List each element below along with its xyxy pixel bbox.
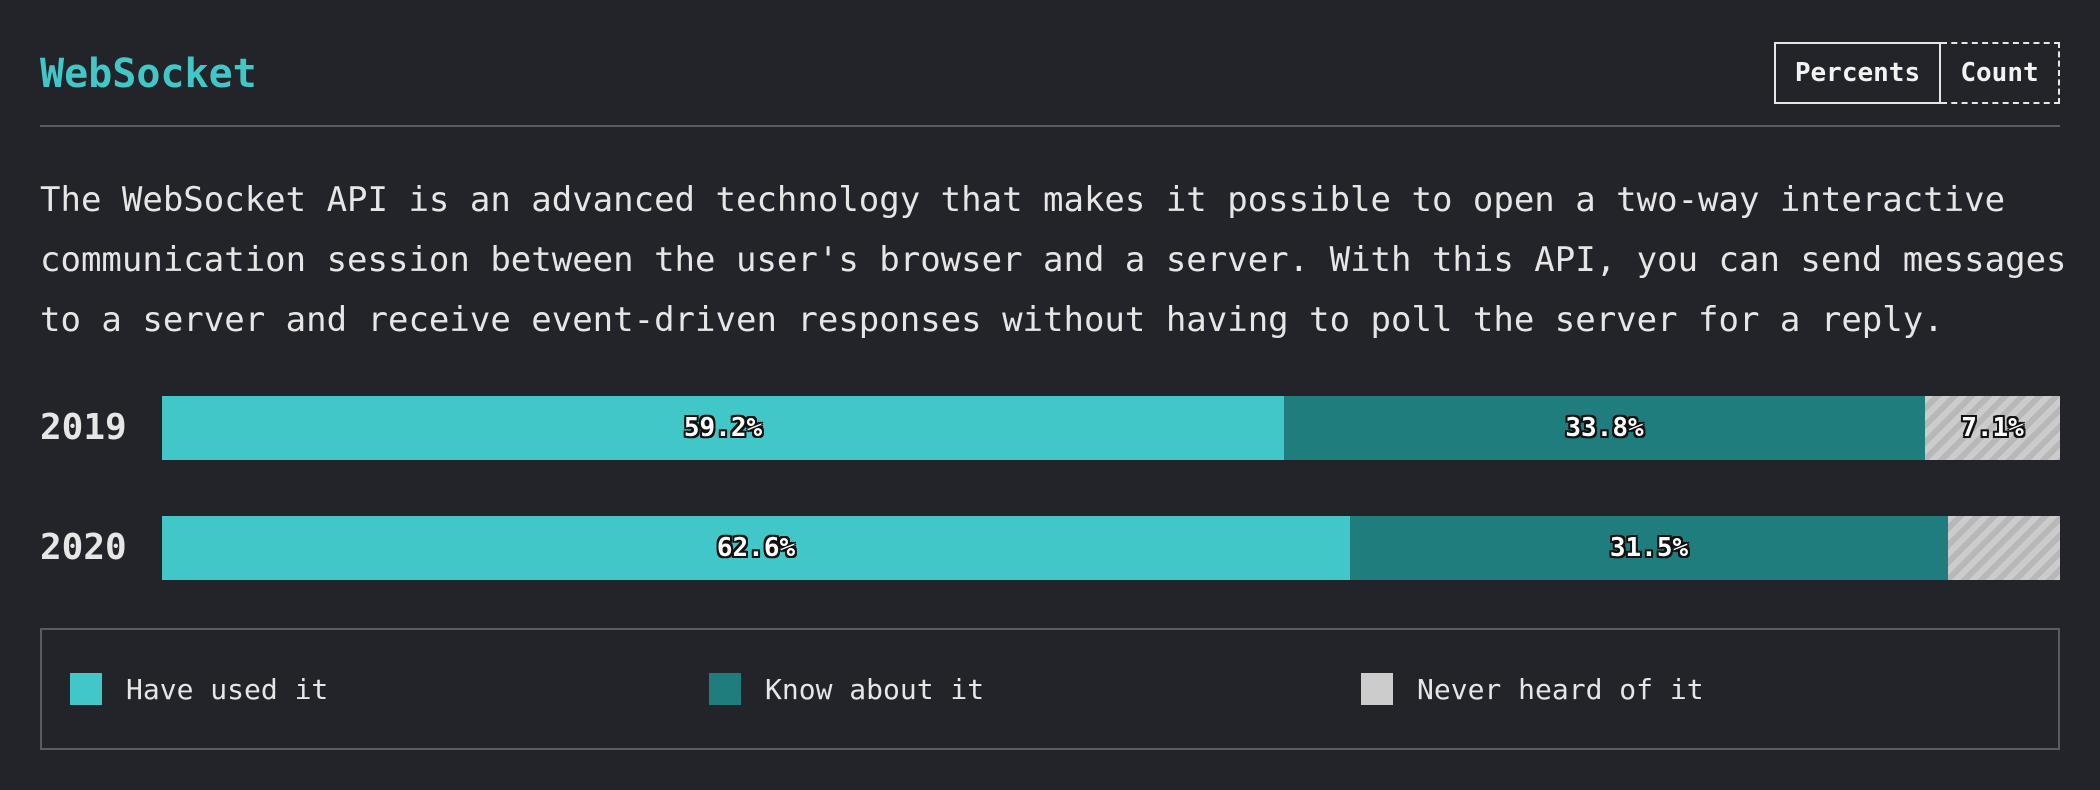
units-toggle: Percents Count <box>1774 42 2060 104</box>
bar-track: 62.6% 31.5% <box>162 516 2060 580</box>
stacked-bar-chart: 2019 59.2% 33.8% 7.1% 2020 62.6% 31.5% <box>40 396 2060 580</box>
bar-segment[interactable]: 62.6% <box>162 516 1350 580</box>
card-header: WebSocket Percents Count <box>40 0 2060 127</box>
bar-row-2020: 2020 62.6% 31.5% <box>40 516 2060 580</box>
legend-item[interactable]: Never heard of it <box>1361 630 1704 748</box>
legend-swatch <box>1361 673 1393 705</box>
bar-segment[interactable]: 59.2% <box>162 396 1284 460</box>
bar-value-label: 7.1% <box>1961 413 2024 443</box>
description-line: communication session between the user's… <box>40 240 2067 280</box>
description-line: to a server and receive event-driven res… <box>40 300 1944 340</box>
bar-value-label: 62.6% <box>716 533 796 563</box>
bar-segment[interactable]: 31.5% <box>1350 516 1948 580</box>
bar-row-2019: 2019 59.2% 33.8% 7.1% <box>40 396 2060 460</box>
bar-segment[interactable] <box>1948 516 2060 580</box>
description-line: The WebSocket API is an advanced technol… <box>40 180 2006 220</box>
bar-value-label: 33.8% <box>1565 413 1644 443</box>
description: The WebSocket API is an advanced technol… <box>40 170 2067 350</box>
bar-track: 59.2% 33.8% 7.1% <box>162 396 2060 460</box>
legend-swatch <box>70 673 102 705</box>
row-label: 2020 <box>40 527 127 568</box>
bar-segment[interactable]: 33.8% <box>1284 396 1925 460</box>
bar-value-label: 59.2% <box>683 413 763 443</box>
legend: Have used it Know about it Never heard of … <box>40 628 2060 750</box>
bar-segment[interactable]: 7.1% <box>1925 396 2060 460</box>
chart-title: WebSocket <box>40 51 257 97</box>
legend-label: Know about it <box>765 672 985 706</box>
legend-label: Never heard of it <box>1417 672 1704 706</box>
count-button[interactable]: Count <box>1941 42 2060 104</box>
row-label: 2019 <box>40 407 127 448</box>
legend-swatch <box>709 673 741 705</box>
percents-button[interactable]: Percents <box>1774 42 1941 104</box>
chart-card: WebSocket Percents Count The WebSocket A… <box>40 0 2067 750</box>
legend-label: Have used it <box>126 672 329 706</box>
bar-value-label: 31.5% <box>1609 533 1689 563</box>
legend-item[interactable]: Have used it <box>70 630 328 748</box>
legend-item[interactable]: Know about it <box>709 630 984 748</box>
